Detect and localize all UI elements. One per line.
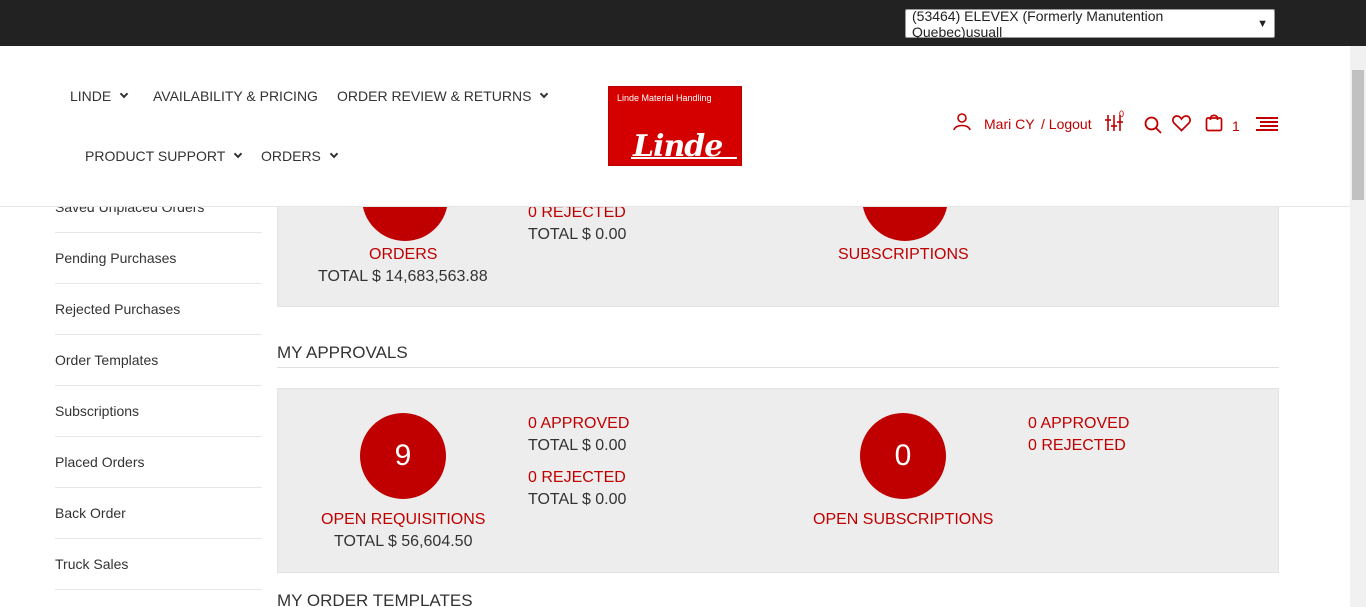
heart-icon[interactable]	[1172, 115, 1191, 132]
menu-icon[interactable]	[1256, 116, 1278, 132]
site-header: LINDE AVAILABILITY & PRICING ORDER REVIE…	[0, 46, 1350, 207]
account-select-value: (53464) ELEVEX (Formerly Manutention Que…	[912, 7, 1164, 40]
nav-product-support-label: PRODUCT SUPPORT	[85, 148, 226, 164]
sidebar-item-label: Pending Purchases	[55, 250, 177, 266]
nav-order-review-label: ORDER REVIEW & RETURNS	[337, 88, 532, 104]
orders-total: TOTAL $ 14,683,563.88	[318, 268, 488, 285]
chevron-down-icon	[234, 149, 243, 159]
subscriptions-approved[interactable]: 0 APPROVED	[1028, 415, 1129, 433]
approved-count[interactable]: 0 APPROVED	[528, 415, 629, 433]
sidebar-item-subscriptions[interactable]: Subscriptions	[55, 386, 262, 437]
nav-order-review-returns[interactable]: ORDER REVIEW & RETURNS	[337, 88, 549, 104]
open-subscriptions-count: 0	[894, 439, 912, 472]
nav-orders-label: ORDERS	[261, 148, 321, 164]
chevron-down-icon	[540, 89, 549, 99]
subscriptions-rejected[interactable]: 0 REJECTED	[1028, 437, 1126, 455]
sidebar-item-pending-purchases[interactable]: Pending Purchases	[55, 233, 262, 284]
page-scrollbar[interactable]	[1350, 46, 1366, 607]
chevron-down-icon	[329, 149, 339, 159]
sidebar-item-order-templates[interactable]: Order Templates	[55, 335, 262, 386]
linde-logo[interactable]: Linde Material Handling Linde	[608, 86, 742, 166]
nav-orders[interactable]: ORDERS	[261, 148, 339, 164]
sidebar-item-back-order[interactable]: Back Order	[55, 488, 262, 539]
my-approvals-title: MY APPROVALS	[277, 343, 408, 362]
sidebar-item-label: Order Templates	[55, 352, 159, 368]
logo-underline	[631, 157, 737, 159]
open-subscriptions-circle[interactable]: 0	[860, 413, 946, 499]
top-bar: (53464) ELEVEX (Formerly Manutention Que…	[0, 0, 1366, 46]
my-order-templates-title: MY ORDER TEMPLATES	[277, 591, 473, 607]
open-requisitions-count: 9	[394, 439, 412, 472]
sidebar-item-label: Back Order	[55, 505, 126, 521]
approvals-rejected-total: TOTAL $ 0.00	[528, 491, 627, 508]
logout-link[interactable]: / Logout	[1041, 116, 1092, 132]
user-icon[interactable]	[953, 113, 973, 131]
sidebar-item-label: Rejected Purchases	[55, 301, 181, 317]
open-requisitions-total: TOTAL $ 56,604.50	[334, 533, 473, 550]
sidebar: Saved Unplaced Orders Pending Purchases …	[55, 182, 262, 590]
sidebar-item-placed-orders[interactable]: Placed Orders	[55, 437, 262, 488]
cart-icon[interactable]	[1205, 113, 1223, 132]
sidebar-item-label: Placed Orders	[55, 454, 145, 470]
nav-product-support[interactable]: PRODUCT SUPPORT	[85, 148, 243, 164]
compare-count-badge: 0	[1119, 109, 1125, 119]
open-requisitions-label[interactable]: OPEN REQUISITIONS	[321, 511, 485, 529]
account-select[interactable]: (53464) ELEVEX (Formerly Manutention Que…	[905, 7, 1275, 40]
chevron-down-icon	[119, 89, 129, 99]
approved-total: TOTAL $ 0.00	[528, 437, 627, 454]
section-divider	[277, 367, 1279, 368]
user-name-link[interactable]: Mari CY	[984, 116, 1035, 132]
sidebar-item-label: Truck Sales	[55, 556, 129, 572]
approvals-rejected-count[interactable]: 0 REJECTED	[528, 469, 626, 487]
chevron-down-icon: ▼	[1257, 17, 1268, 30]
search-icon[interactable]	[1144, 116, 1162, 134]
nav-availability-pricing[interactable]: AVAILABILITY & PRICING	[153, 88, 318, 104]
cart-count: 1	[1232, 118, 1240, 134]
logo-tagline: Linde Material Handling	[617, 93, 712, 103]
sidebar-item-label: Subscriptions	[55, 403, 140, 419]
sidebar-item-rejected-purchases[interactable]: Rejected Purchases	[55, 284, 262, 335]
rejected-total: TOTAL $ 0.00	[528, 226, 627, 243]
nav-availability-label: AVAILABILITY & PRICING	[153, 88, 318, 104]
subscriptions-label[interactable]: SUBSCRIPTIONS	[838, 246, 969, 264]
nav-linde[interactable]: LINDE	[70, 88, 129, 104]
orders-label[interactable]: ORDERS	[369, 246, 437, 264]
open-requisitions-circle[interactable]: 9	[360, 413, 446, 499]
open-subscriptions-label[interactable]: OPEN SUBSCRIPTIONS	[813, 511, 993, 529]
sidebar-item-truck-sales[interactable]: Truck Sales	[55, 539, 262, 590]
approvals-panel: 9 OPEN REQUISITIONS TOTAL $ 56,604.50 0 …	[277, 388, 1279, 573]
scrollbar-thumb[interactable]	[1352, 70, 1364, 200]
nav-linde-label: LINDE	[70, 88, 112, 104]
